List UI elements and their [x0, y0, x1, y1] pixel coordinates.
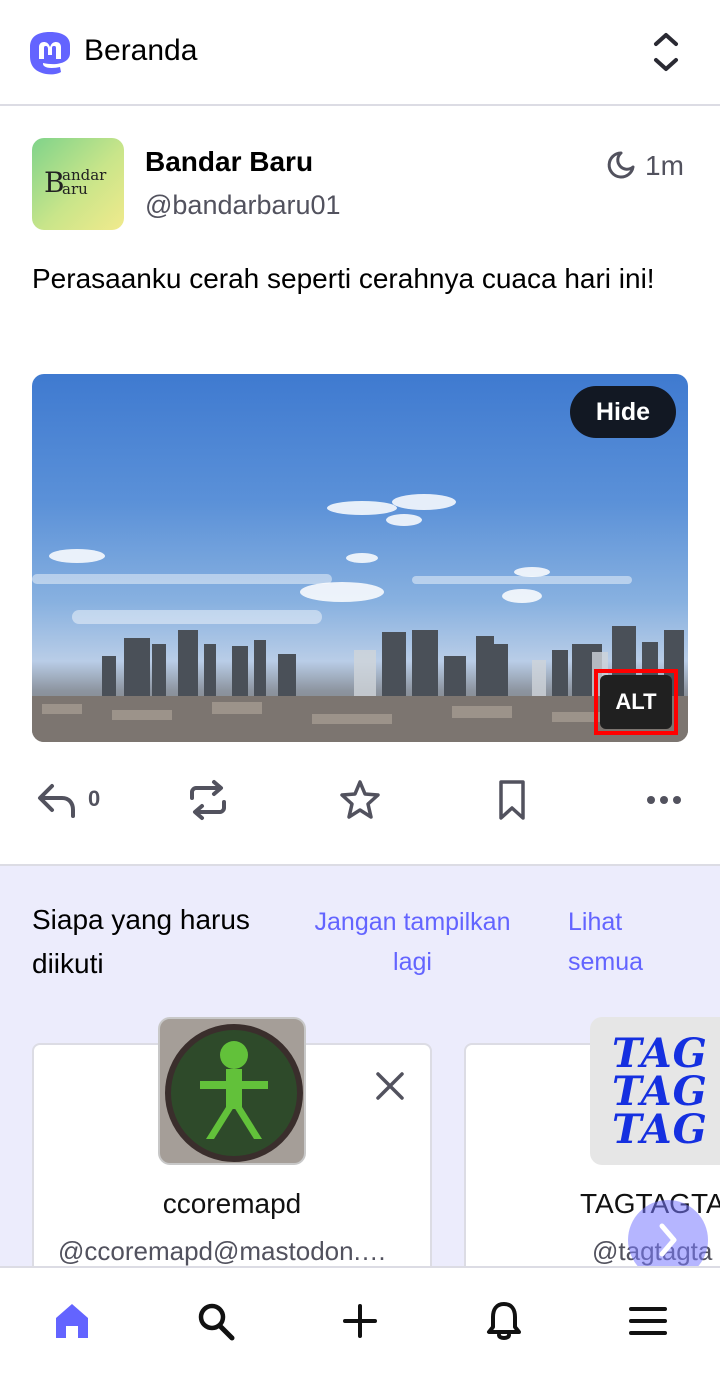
search-icon[interactable] — [196, 1300, 236, 1342]
post-author-avatar[interactable]: B andar aru — [32, 138, 124, 230]
boost-icon[interactable] — [186, 778, 230, 822]
mastodon-logo-icon[interactable] — [26, 30, 74, 78]
bookmark-icon[interactable] — [494, 778, 530, 822]
top-bar: Beranda — [0, 0, 720, 106]
suggestion-avatar[interactable]: TAG TAG TAG — [590, 1017, 720, 1165]
avatar-tag-wordmark: TAG TAG TAG — [612, 1030, 708, 1153]
suggestion-avatar[interactable] — [158, 1017, 306, 1165]
compose-plus-icon[interactable] — [340, 1300, 380, 1342]
reply-count: 0 — [88, 786, 101, 811]
suggestions-title: Siapa yang harus diikuti — [32, 904, 250, 979]
post-author-handle[interactable]: @bandarbaru01 — [145, 190, 341, 221]
avatar-wordmark: B andar aru — [44, 166, 107, 199]
dismiss-suggestions-link[interactable]: Jangan tampilkan lagi — [300, 902, 525, 982]
post-timestamp[interactable]: 1m — [645, 150, 684, 182]
suggestion-handle: @ccoremapd@mastodon.… — [58, 1236, 387, 1266]
moon-icon — [607, 151, 635, 179]
alt-text-button[interactable]: ALT — [600, 675, 672, 729]
suggestion-name[interactable]: ccoremapd — [32, 1188, 432, 1220]
reply-icon[interactable] — [36, 778, 78, 822]
hide-media-button[interactable]: Hide — [570, 386, 676, 438]
more-options-icon[interactable] — [644, 778, 684, 822]
chevron-up-down-icon[interactable] — [646, 30, 686, 74]
favorite-star-icon[interactable] — [340, 778, 380, 822]
bell-icon[interactable] — [484, 1300, 524, 1342]
menu-icon[interactable] — [628, 1300, 668, 1342]
home-icon[interactable] — [52, 1300, 92, 1342]
page-title: Beranda — [84, 34, 198, 67]
view-all-suggestions-link[interactable]: Lihat semua — [568, 902, 668, 982]
post-content: Perasaanku cerah seperti cerahnya cuaca … — [32, 263, 655, 294]
person-figure-icon — [165, 1024, 303, 1162]
post-author-name[interactable]: Bandar Baru — [145, 146, 313, 178]
close-icon[interactable] — [372, 1068, 408, 1104]
